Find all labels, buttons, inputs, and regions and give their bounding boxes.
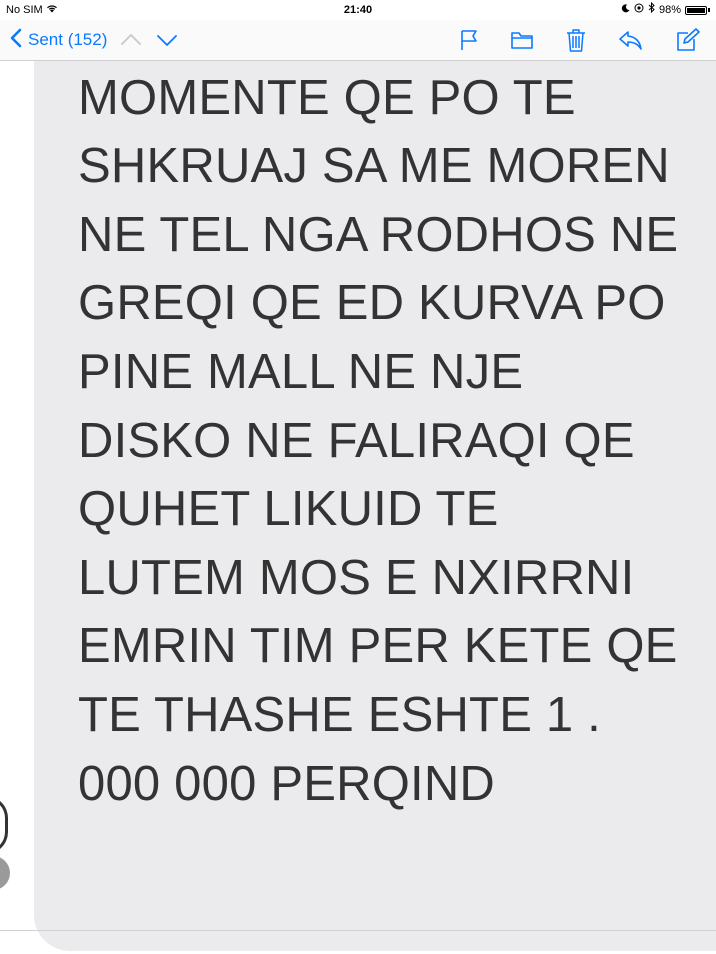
back-button-label: Sent (152) bbox=[28, 30, 108, 49]
divider bbox=[0, 930, 716, 931]
message-line: SHKRUAJ SA ME MOREN bbox=[78, 139, 670, 194]
avatar-badge bbox=[0, 856, 10, 890]
chevron-up-icon bbox=[120, 34, 142, 54]
move-to-folder-button[interactable] bbox=[509, 27, 535, 53]
status-time: 21:40 bbox=[343, 4, 373, 16]
reply-icon bbox=[617, 31, 643, 57]
back-button[interactable]: Sent (152) bbox=[10, 27, 107, 53]
trash-button[interactable] bbox=[563, 27, 589, 53]
message-line: NE TEL NGA RODHOS NE bbox=[78, 207, 679, 262]
message-line: TE THASHE ESHTE 1 . bbox=[78, 687, 601, 742]
moon-icon bbox=[621, 0, 630, 20]
contact-avatar bbox=[0, 796, 8, 854]
message-text: Z IRENA NE KETOMOMENTE QE PO TESHKRUAJ S… bbox=[78, 61, 716, 818]
message-view[interactable]: Z IRENA NE KETOMOMENTE QE PO TESHKRUAJ S… bbox=[0, 61, 716, 954]
folder-icon bbox=[509, 32, 535, 57]
previous-message-button[interactable] bbox=[120, 30, 142, 50]
message-line: LUTEM MOS E NXIRRNI bbox=[78, 550, 635, 605]
message-line: GREQI QE ED KURVA PO bbox=[78, 276, 666, 331]
battery-percent: 98% bbox=[658, 4, 681, 16]
chevron-left-icon bbox=[10, 28, 22, 53]
message-line: MOMENTE QE PO TE bbox=[78, 70, 576, 125]
reply-button[interactable] bbox=[617, 27, 643, 53]
message-line: QUHET LIKUID TE bbox=[78, 482, 499, 537]
flag-icon bbox=[456, 30, 482, 57]
battery-icon bbox=[685, 5, 707, 15]
mail-toolbar: Sent (152) bbox=[0, 20, 716, 61]
status-bar: No SIM 21:40 98% bbox=[0, 0, 716, 20]
message-line: 000 000 PERQIND bbox=[78, 756, 495, 811]
compose-icon bbox=[674, 28, 700, 57]
bluetooth-icon bbox=[648, 0, 655, 20]
location-icon bbox=[634, 0, 644, 20]
chevron-down-icon bbox=[156, 35, 178, 54]
message-line: PINE MALL NE NJE bbox=[78, 344, 524, 399]
message-line: DISKO NE FALIRAQI QE bbox=[78, 413, 635, 468]
next-message-button[interactable] bbox=[156, 30, 178, 50]
compose-button[interactable] bbox=[674, 27, 700, 53]
flag-button[interactable] bbox=[456, 27, 482, 53]
message-line: EMRIN TIM PER KETE QE bbox=[78, 619, 678, 674]
trash-icon bbox=[563, 29, 589, 57]
